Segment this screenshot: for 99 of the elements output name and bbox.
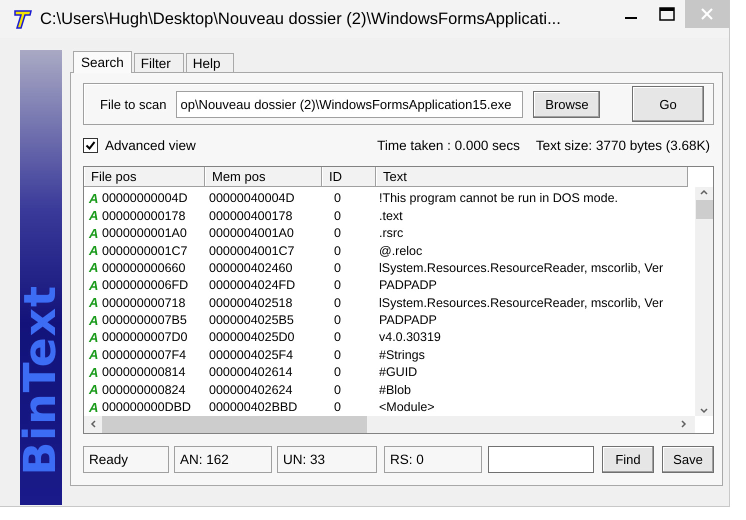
table-cell: <Module> [379,400,435,414]
close-icon [701,8,713,20]
file-label: File to scan [100,96,166,112]
table-cell-text: 0000004024FD [208,278,296,292]
table-cell-text: 0 [333,191,342,206]
table-cell-text: 0000004001A0 [208,226,295,240]
scroll-left-icon[interactable] [88,419,98,430]
table-cell: .text [379,208,403,223]
status-cell: Ready [83,446,169,473]
table-cell-text: 0 [333,226,342,240]
table-cell-text: 0 [333,296,342,310]
find-button[interactable]: Find [602,446,654,473]
go-button[interactable]: Go [632,86,704,122]
table-cell-text: 000000000824 [102,382,186,397]
table-cell-text: 0 [333,400,342,414]
table-cell-text: 00000000004D [102,191,188,206]
table-cell-text: 0000000001A0 [102,226,188,240]
table-cell: #Strings [379,348,425,362]
table-cell-text: 000000400178 [208,208,294,223]
column-header[interactable]: File pos [84,166,205,187]
app-icon [12,9,32,29]
table-cell-text: 000000000814 [102,365,186,380]
table-cell-text: 0 [333,348,342,362]
table-cell-text: 000000000718 [102,296,186,310]
type-marker: A [89,278,100,293]
type-marker: A [89,295,100,310]
table-cell: lSystem.Resources.ResourceReader, mscorlib, Ver [379,296,664,310]
text-size-text: Text size: 3770 bytes (3.68K) [536,138,710,153]
table-cell-text: 000000000178 [102,208,186,223]
table-cell: #GUID [379,365,418,380]
tab[interactable]: Help [186,53,234,72]
time-taken-text: Time taken : 0.000 secs [377,138,520,153]
table-cell-text: 0 [333,313,342,328]
table-cell-text: 0 [333,278,342,292]
table-cell-text: 000000402BBD [208,400,298,414]
table-cell-text: 000000402624 [208,382,294,397]
type-marker: A [89,382,100,398]
window-title: C:\Users\Hugh\Desktop\Nouveau dossier (2)\WindowsFormsApplicati... [40,10,562,28]
table-cell-text: 000000000DBD [102,400,192,414]
table-cell-text: 000000000660 [102,260,186,275]
file-input-field[interactable]: op\Nouveau dossier (2)\WindowsFormsApplication15.exe [176,90,524,118]
tab[interactable]: Filter [134,53,184,72]
advanced-view-checkbox[interactable]: Advanced view [83,138,196,153]
type-marker: A [89,330,100,345]
type-marker: A [89,243,100,258]
logo-text: BinText [20,284,62,475]
browse-button[interactable]: Browse [533,90,600,118]
table-cell-text: 0 [333,382,342,397]
table-cell-text: 0000000007B5 [102,313,188,328]
horizontal-scrollbar[interactable] [84,416,695,433]
table-cell: @.reloc [379,244,422,258]
table-cell-text: 0000004025B5 [208,313,295,328]
type-marker: A [89,226,100,241]
table-cell-text: 0000004025D0 [208,330,296,344]
scroll-thumb[interactable] [102,416,367,433]
table-cell-text: 000000402460 [208,260,294,275]
type-marker: A [89,190,100,206]
table-cell: lSystem.Resources.ResourceReader, mscorlib, Ver [379,260,664,275]
save-button[interactable]: Save [662,446,714,473]
status-cell: AN: 162 [174,446,272,473]
scroll-down-icon[interactable] [699,406,709,416]
table-cell-text: 0000004025F4 [208,348,294,362]
type-marker: A [89,400,100,415]
table-cell-text: 0 [333,208,342,223]
minimize-icon [625,17,637,19]
type-marker: A [89,364,100,380]
type-marker: A [89,347,100,362]
type-marker: A [89,260,100,276]
type-marker: A [89,208,100,224]
table-cell: v4.0.30319 [379,330,441,344]
table-cell: PADPADP [379,313,437,328]
maximize-icon [659,7,675,21]
vertical-scrollbar[interactable] [695,186,713,416]
table-cell-text: 00000040004D [208,191,296,206]
type-marker: A [89,312,100,328]
table-cell: .rsrc [379,226,404,240]
table-cell-text: 000000402614 [208,365,294,380]
table-cell-text: 0000004001C7 [208,244,296,258]
table-cell: !This program cannot be run in DOS mode. [379,191,618,206]
scroll-right-icon[interactable] [679,419,689,430]
status-cell: RS: 0 [384,446,482,473]
table-cell-text: 0000000006FD [102,278,190,292]
tab[interactable]: Search [73,51,132,73]
status-cell: UN: 33 [277,446,377,473]
table-cell-text: 000000402518 [208,296,294,310]
table-cell-text: 0 [333,330,342,344]
table-cell-text: 0 [333,244,342,258]
scroll-thumb[interactable] [696,200,712,219]
column-header[interactable]: Mem pos [205,166,322,187]
table-cell-text: 0000000007D0 [102,330,188,344]
table-cell-text: 0000000007F4 [102,348,188,362]
table-cell-text: 0 [333,365,342,380]
table-cell: #Blob [379,382,411,397]
table-cell-text: 0 [333,260,342,275]
column-header[interactable]: ID [322,166,376,187]
column-header[interactable]: Text [376,166,688,187]
find-input-field[interactable] [488,446,594,473]
table-cell-text: 0000000001C7 [102,244,188,258]
table-cell: PADPADP [379,278,437,292]
